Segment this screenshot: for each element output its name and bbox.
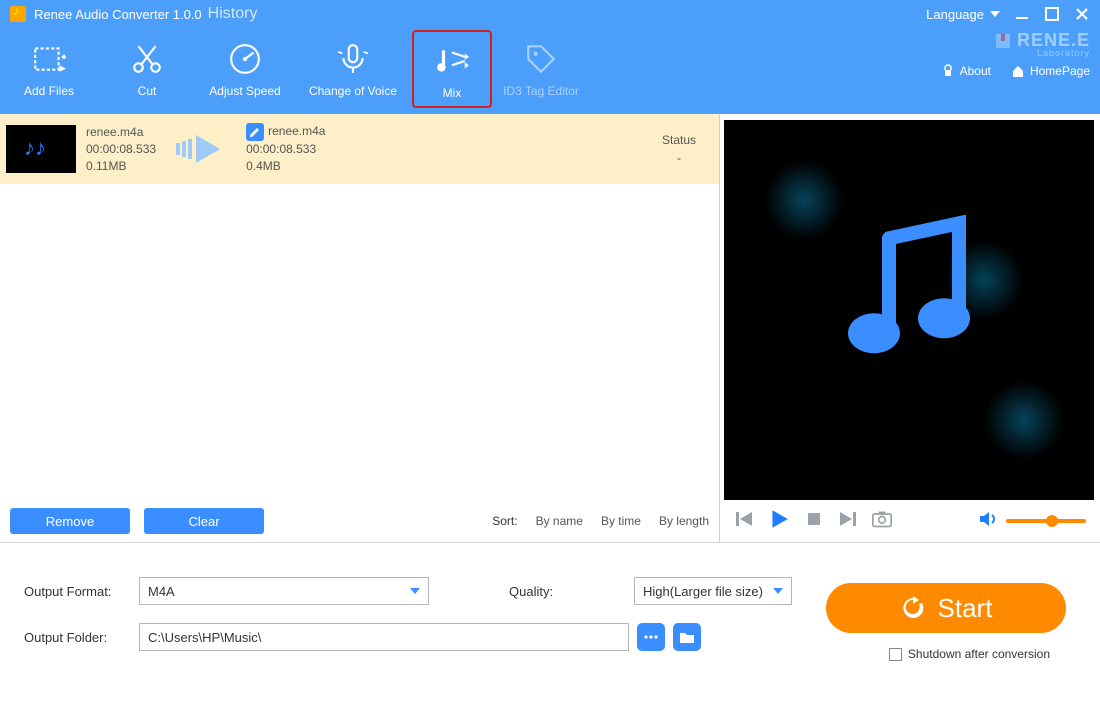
quality-select[interactable]: High(Larger file size) xyxy=(634,577,792,605)
tag-icon xyxy=(492,40,590,78)
output-folder-label: Output Folder: xyxy=(24,630,139,645)
add-files-label: Add Files xyxy=(0,84,98,98)
cut-button[interactable]: Cut xyxy=(98,34,196,98)
add-files-button[interactable]: Add Files xyxy=(0,34,98,98)
brand-area: RENE.E Laboratory About HomePage xyxy=(941,30,1090,78)
file-list: renee.m4a 00:00:08.533 0.11MB renee.m4a … xyxy=(0,114,719,500)
sort-by-length[interactable]: By length xyxy=(659,514,709,528)
quality-label: Quality: xyxy=(509,584,624,599)
language-label: Language xyxy=(926,7,984,22)
volume-knob[interactable] xyxy=(1046,515,1058,527)
music-note-icon xyxy=(819,208,999,393)
microphone-icon xyxy=(294,40,412,78)
status-value: - xyxy=(639,151,719,165)
source-size: 0.11MB xyxy=(86,158,156,175)
about-link[interactable]: About xyxy=(941,64,991,78)
output-format-label: Output Format: xyxy=(24,584,139,599)
source-file-info: renee.m4a 00:00:08.533 0.11MB xyxy=(86,124,156,175)
more-button[interactable] xyxy=(637,623,665,651)
adjust-speed-label: Adjust Speed xyxy=(196,84,294,98)
quality-value: High(Larger file size) xyxy=(643,584,763,599)
brand-sub: Laboratory xyxy=(1037,48,1090,58)
chevron-down-icon xyxy=(773,588,783,594)
start-label: Start xyxy=(938,593,993,624)
convert-arrow-icon xyxy=(156,135,246,163)
gauge-icon xyxy=(196,40,294,78)
mix-icon xyxy=(414,42,490,80)
cut-label: Cut xyxy=(98,84,196,98)
mix-button[interactable]: Mix xyxy=(412,30,492,108)
adjust-speed-button[interactable]: Adjust Speed xyxy=(196,34,294,98)
stop-button[interactable] xyxy=(804,509,824,534)
dest-size: 0.4MB xyxy=(246,158,325,175)
next-button[interactable] xyxy=(838,509,858,534)
sort-by-name[interactable]: By name xyxy=(536,514,583,528)
app-title: Renee Audio Converter 1.0.0 xyxy=(34,7,202,22)
output-folder-input[interactable]: C:\Users\HP\Music\ xyxy=(139,623,629,651)
preview-area xyxy=(724,120,1094,500)
browse-folder-button[interactable] xyxy=(673,623,701,651)
shutdown-label: Shutdown after conversion xyxy=(908,647,1050,661)
edit-icon[interactable] xyxy=(246,123,264,141)
minimize-button[interactable] xyxy=(1014,7,1030,21)
start-button[interactable]: Start xyxy=(826,583,1066,633)
language-menu[interactable]: Language xyxy=(926,7,1000,22)
change-voice-button[interactable]: Change of Voice xyxy=(294,34,412,98)
sort-by-time[interactable]: By time xyxy=(601,514,641,528)
snapshot-button[interactable] xyxy=(872,509,892,534)
app-logo-icon xyxy=(10,6,26,22)
output-folder-value: C:\Users\HP\Music\ xyxy=(148,630,261,645)
id3-editor-button[interactable]: ID3 Tag Editor xyxy=(492,34,590,98)
homepage-link[interactable]: HomePage xyxy=(1011,64,1090,78)
output-format-value: M4A xyxy=(148,584,175,599)
mix-label: Mix xyxy=(414,86,490,100)
maximize-button[interactable] xyxy=(1044,7,1060,21)
shutdown-checkbox[interactable] xyxy=(889,648,902,661)
play-button[interactable] xyxy=(768,508,790,535)
scissors-icon xyxy=(98,40,196,78)
volume-slider[interactable] xyxy=(1006,519,1086,523)
prev-button[interactable] xyxy=(734,509,754,534)
film-plus-icon xyxy=(0,40,98,78)
dest-filename: renee.m4a xyxy=(268,124,325,138)
remove-button[interactable]: Remove xyxy=(10,508,130,534)
source-duration: 00:00:08.533 xyxy=(86,141,156,158)
dest-file-info: renee.m4a 00:00:08.533 0.4MB xyxy=(246,123,325,175)
sort-label: Sort: xyxy=(492,514,517,528)
status-header: Status xyxy=(639,133,719,147)
clear-button[interactable]: Clear xyxy=(144,508,264,534)
change-voice-label: Change of Voice xyxy=(294,84,412,98)
dropdown-icon xyxy=(990,11,1000,17)
id3-editor-label: ID3 Tag Editor xyxy=(492,84,590,98)
output-format-select[interactable]: M4A xyxy=(139,577,429,605)
file-thumbnail xyxy=(6,125,76,173)
file-row[interactable]: renee.m4a 00:00:08.533 0.11MB renee.m4a … xyxy=(0,114,719,184)
refresh-icon xyxy=(900,595,926,621)
close-button[interactable] xyxy=(1074,7,1090,21)
dest-duration: 00:00:08.533 xyxy=(246,141,325,158)
source-filename: renee.m4a xyxy=(86,124,156,141)
history-link[interactable]: History xyxy=(208,5,258,23)
chevron-down-icon xyxy=(410,588,420,594)
volume-icon[interactable] xyxy=(978,509,998,534)
